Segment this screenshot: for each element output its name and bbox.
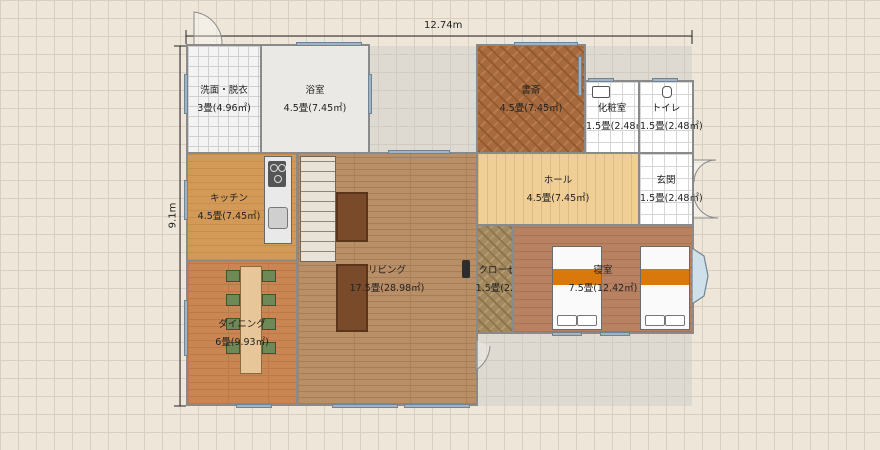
closet-door-handle (462, 260, 470, 278)
door-swings (193, 11, 719, 371)
